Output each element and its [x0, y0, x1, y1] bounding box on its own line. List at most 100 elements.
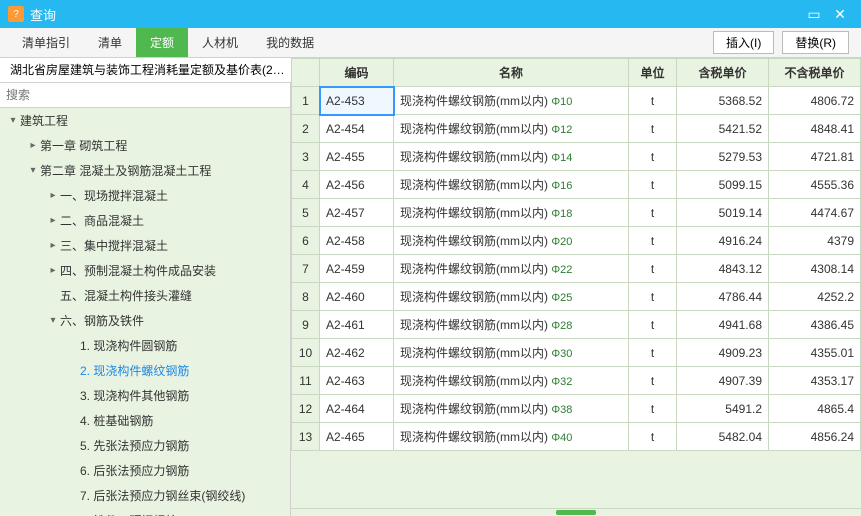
data-table[interactable]: 编码名称单位含税单价不含税单价 1A2-453现浇构件螺纹钢筋(mm以内) Φ1… — [291, 58, 861, 451]
cell-unit[interactable]: t — [629, 87, 677, 115]
expand-icon[interactable]: ▸ — [48, 215, 58, 226]
cell-name[interactable]: 现浇构件螺纹钢筋(mm以内) Φ25 — [394, 283, 629, 311]
cell-price-notax[interactable]: 4353.17 — [769, 367, 861, 395]
tree-node[interactable]: ▸四、预制混凝土构件成品安装 — [0, 258, 290, 283]
expand-icon[interactable]: ▸ — [48, 190, 58, 201]
tab-1[interactable]: 清单 — [84, 28, 136, 57]
cell-price-notax[interactable]: 4848.41 — [769, 115, 861, 143]
row-number[interactable]: 10 — [292, 339, 320, 367]
cell-unit[interactable]: t — [629, 227, 677, 255]
tree-node[interactable]: 7. 后张法预应力钢丝束(钢绞线) — [0, 483, 290, 508]
cell-price-notax[interactable]: 4721.81 — [769, 143, 861, 171]
cell-price-notax[interactable]: 4555.36 — [769, 171, 861, 199]
row-number[interactable]: 12 — [292, 395, 320, 423]
cell-code[interactable]: A2-465 — [320, 423, 394, 451]
cell-name[interactable]: 现浇构件螺纹钢筋(mm以内) Φ14 — [394, 143, 629, 171]
cell-code[interactable]: A2-464 — [320, 395, 394, 423]
cell-name[interactable]: 现浇构件螺纹钢筋(mm以内) Φ38 — [394, 395, 629, 423]
tree-node[interactable]: ▸一、现场搅拌混凝土 — [0, 183, 290, 208]
cell-name[interactable]: 现浇构件螺纹钢筋(mm以内) Φ18 — [394, 199, 629, 227]
row-number[interactable]: 13 — [292, 423, 320, 451]
cell-price-notax[interactable]: 4379 — [769, 227, 861, 255]
cell-code[interactable]: A2-463 — [320, 367, 394, 395]
expand-icon[interactable]: ▾ — [28, 165, 38, 176]
cell-name[interactable]: 现浇构件螺纹钢筋(mm以内) Φ28 — [394, 311, 629, 339]
tree-node[interactable]: 1. 现浇构件圆钢筋 — [0, 333, 290, 358]
tree-node[interactable]: 8. 铁件、预埋螺栓 — [0, 508, 290, 516]
tab-0[interactable]: 清单指引 — [8, 28, 84, 57]
cell-unit[interactable]: t — [629, 171, 677, 199]
cell-price-tax[interactable]: 4907.39 — [677, 367, 769, 395]
cell-price-notax[interactable]: 4474.67 — [769, 199, 861, 227]
expand-icon[interactable]: ▾ — [48, 315, 58, 326]
row-number[interactable]: 2 — [292, 115, 320, 143]
tree-node[interactable]: ▾六、钢筋及铁件 — [0, 308, 290, 333]
tree-node[interactable]: ▾第二章 混凝土及钢筋混凝土工程 — [0, 158, 290, 183]
cell-price-notax[interactable]: 4252.2 — [769, 283, 861, 311]
search-input[interactable] — [0, 83, 290, 107]
cell-unit[interactable]: t — [629, 115, 677, 143]
cell-name[interactable]: 现浇构件螺纹钢筋(mm以内) Φ20 — [394, 227, 629, 255]
expand-icon[interactable]: ▾ — [8, 115, 18, 126]
row-number[interactable]: 6 — [292, 227, 320, 255]
cell-price-notax[interactable]: 4386.45 — [769, 311, 861, 339]
cell-price-notax[interactable]: 4865.4 — [769, 395, 861, 423]
cell-price-tax[interactable]: 5491.2 — [677, 395, 769, 423]
table-row[interactable]: 9A2-461现浇构件螺纹钢筋(mm以内) Φ28t4941.684386.45 — [292, 311, 861, 339]
cell-name[interactable]: 现浇构件螺纹钢筋(mm以内) Φ32 — [394, 367, 629, 395]
expand-icon[interactable]: ▸ — [48, 240, 58, 251]
cell-code[interactable]: A2-462 — [320, 339, 394, 367]
cell-price-tax[interactable]: 5482.04 — [677, 423, 769, 451]
row-number[interactable]: 4 — [292, 171, 320, 199]
cell-name[interactable]: 现浇构件螺纹钢筋(mm以内) Φ16 — [394, 171, 629, 199]
cell-price-tax[interactable]: 4909.23 — [677, 339, 769, 367]
cell-unit[interactable]: t — [629, 395, 677, 423]
cell-code[interactable]: A2-461 — [320, 311, 394, 339]
cell-price-tax[interactable]: 5368.52 — [677, 87, 769, 115]
cell-price-tax[interactable]: 5279.53 — [677, 143, 769, 171]
cell-name[interactable]: 现浇构件螺纹钢筋(mm以内) Φ22 — [394, 255, 629, 283]
table-row[interactable]: 4A2-456现浇构件螺纹钢筋(mm以内) Φ16t5099.154555.36 — [292, 171, 861, 199]
cell-unit[interactable]: t — [629, 339, 677, 367]
tree-node[interactable]: ▸二、商品混凝土 — [0, 208, 290, 233]
cell-code[interactable]: A2-455 — [320, 143, 394, 171]
tree-node[interactable]: 5. 先张法预应力钢筋 — [0, 433, 290, 458]
catalog-select[interactable]: 湖北省房屋建筑与装饰工程消耗量定额及基价表(2… — [0, 58, 307, 82]
tree-node[interactable]: ▸第一章 砌筑工程 — [0, 133, 290, 158]
cell-name[interactable]: 现浇构件螺纹钢筋(mm以内) Φ10 — [394, 87, 629, 115]
minimize-button[interactable]: ▭ — [801, 6, 827, 23]
expand-icon[interactable]: ▸ — [48, 265, 58, 276]
cell-price-tax[interactable]: 4941.68 — [677, 311, 769, 339]
tab-2[interactable]: 定额 — [136, 28, 188, 57]
cell-name[interactable]: 现浇构件螺纹钢筋(mm以内) Φ30 — [394, 339, 629, 367]
tree-node[interactable]: ▸三、集中搅拌混凝土 — [0, 233, 290, 258]
tree-node[interactable]: 4. 桩基础钢筋 — [0, 408, 290, 433]
cell-code[interactable]: A2-454 — [320, 115, 394, 143]
replace-button[interactable]: 替换(R) — [782, 31, 849, 54]
tree-node[interactable]: 五、混凝土构件接头灌缝 — [0, 283, 290, 308]
tab-4[interactable]: 我的数据 — [252, 28, 328, 57]
table-row[interactable]: 8A2-460现浇构件螺纹钢筋(mm以内) Φ25t4786.444252.2 — [292, 283, 861, 311]
close-button[interactable]: ✕ — [827, 6, 853, 23]
tree-node[interactable]: 6. 后张法预应力钢筋 — [0, 458, 290, 483]
cell-unit[interactable]: t — [629, 199, 677, 227]
cell-unit[interactable]: t — [629, 143, 677, 171]
cell-price-notax[interactable]: 4308.14 — [769, 255, 861, 283]
resize-handle[interactable] — [291, 508, 861, 516]
cell-price-notax[interactable]: 4856.24 — [769, 423, 861, 451]
table-row[interactable]: 1A2-453现浇构件螺纹钢筋(mm以内) Φ10t5368.524806.72 — [292, 87, 861, 115]
cell-unit[interactable]: t — [629, 311, 677, 339]
row-number[interactable]: 5 — [292, 199, 320, 227]
tab-3[interactable]: 人材机 — [188, 28, 252, 57]
cell-price-tax[interactable]: 4786.44 — [677, 283, 769, 311]
table-row[interactable]: 10A2-462现浇构件螺纹钢筋(mm以内) Φ30t4909.234355.0… — [292, 339, 861, 367]
cell-unit[interactable]: t — [629, 255, 677, 283]
cell-price-notax[interactable]: 4355.01 — [769, 339, 861, 367]
table-row[interactable]: 12A2-464现浇构件螺纹钢筋(mm以内) Φ38t5491.24865.4 — [292, 395, 861, 423]
cell-price-tax[interactable]: 4843.12 — [677, 255, 769, 283]
tree-node[interactable]: ▾建筑工程 — [0, 108, 290, 133]
tree-node[interactable]: 2. 现浇构件螺纹钢筋 — [0, 358, 290, 383]
col-header[interactable]: 名称 — [394, 59, 629, 87]
row-number[interactable]: 7 — [292, 255, 320, 283]
expand-icon[interactable]: ▸ — [28, 140, 38, 151]
